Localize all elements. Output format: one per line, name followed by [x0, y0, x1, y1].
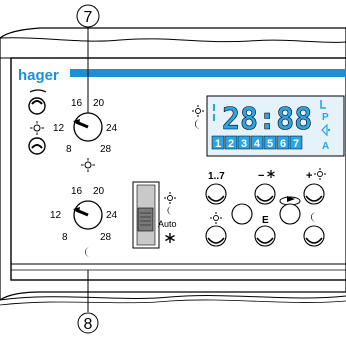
dial-bottom-label-12: 12 — [50, 210, 62, 221]
days-button-label: 1..7 — [208, 171, 225, 182]
e-button-label: E — [262, 215, 269, 226]
dial-bottom-label-16: 16 — [71, 186, 83, 197]
svg-text:3: 3 — [241, 138, 247, 150]
dial-top-label-8: 8 — [66, 144, 72, 155]
lcd-days: 1 2 3 4 5 6 7 — [211, 135, 303, 150]
dial-top-label-20: 20 — [93, 98, 105, 109]
lcd-display: 28:88 P A 1 2 3 4 5 6 7 — [192, 95, 345, 157]
thermostat-diagram: hager 7 8 16 20 24 28 8 12 16 20 24 28 8… — [0, 0, 346, 334]
svg-text:7: 7 — [84, 9, 93, 26]
dial-top-label-12: 12 — [53, 123, 65, 134]
mode-switch[interactable] — [132, 181, 160, 249]
top-knob[interactable] — [28, 97, 46, 115]
minus-label: − — [258, 170, 264, 182]
svg-text:8: 8 — [84, 316, 93, 333]
svg-text:5: 5 — [267, 138, 273, 150]
svg-text:1: 1 — [215, 138, 221, 150]
lcd-letter-p: P — [322, 112, 329, 123]
svg-text:4: 4 — [254, 138, 261, 150]
dial-top-label-16: 16 — [71, 98, 83, 109]
dial-top-label-24: 24 — [106, 123, 118, 134]
days-button[interactable]: 1..7 — [205, 171, 227, 205]
lcd-time: 28:88 — [222, 102, 312, 137]
svg-text:2: 2 — [228, 138, 234, 150]
dial-top-label-28: 28 — [100, 144, 112, 155]
lcd-letter-a: A — [322, 141, 329, 152]
dial-bottom-label-24: 24 — [106, 210, 118, 221]
mode-auto-label: Auto — [158, 219, 177, 229]
svg-text:7: 7 — [293, 138, 299, 150]
svg-text:6: 6 — [280, 138, 286, 150]
bottom-knob[interactable] — [28, 137, 46, 155]
brand-logo: hager — [18, 67, 59, 84]
center-right-button[interactable] — [279, 203, 301, 225]
dial-bottom-label-8: 8 — [62, 232, 68, 243]
dial-bottom-label-28: 28 — [100, 232, 112, 243]
center-left-button[interactable] — [231, 203, 253, 225]
plus-label: + — [306, 170, 312, 182]
dial-bottom-label-20: 20 — [93, 186, 105, 197]
